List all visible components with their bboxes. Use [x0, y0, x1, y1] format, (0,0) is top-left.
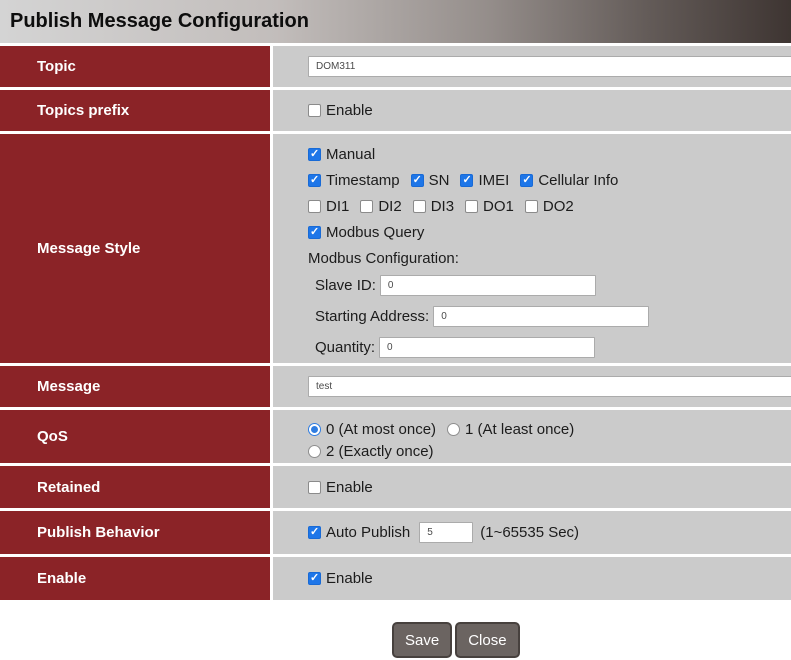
- enable-checkbox[interactable]: [308, 572, 321, 585]
- timestamp-checkbox[interactable]: [308, 174, 321, 187]
- manual-checkbox[interactable]: [308, 148, 321, 161]
- publish-message-configuration-page: Publish Message Configuration Topic Topi…: [0, 0, 791, 660]
- sn-checkbox[interactable]: [411, 174, 424, 187]
- qos-2-label: 2 (Exactly once): [326, 443, 434, 460]
- qos-1-label: 1 (At least once): [465, 421, 574, 438]
- imei-checkbox[interactable]: [460, 174, 473, 187]
- quantity-line: Quantity:: [308, 332, 791, 363]
- auto-publish-range-hint: (1~65535 Sec): [480, 524, 579, 541]
- enable-label: Enable: [0, 557, 270, 600]
- do2-label: DO2: [543, 198, 574, 215]
- topic-label: Topic: [0, 46, 270, 87]
- message-style-line-io: DI1 DI2 DI3 DO1 DO2: [308, 194, 791, 220]
- message-input[interactable]: [308, 376, 791, 397]
- qos-line-2: 2 (Exactly once): [308, 441, 791, 464]
- do1-label: DO1: [483, 198, 514, 215]
- retained-content: Enable: [273, 466, 791, 508]
- auto-publish-checkbox[interactable]: [308, 526, 321, 539]
- slave-id-input[interactable]: [380, 275, 596, 296]
- message-label: Message: [0, 366, 270, 407]
- topics-prefix-row: Topics prefix Enable: [0, 90, 791, 131]
- di2-checkbox[interactable]: [360, 200, 373, 213]
- imei-label: IMEI: [478, 172, 509, 189]
- di3-checkbox[interactable]: [413, 200, 426, 213]
- do1-checkbox[interactable]: [465, 200, 478, 213]
- slave-id-line: Slave ID:: [308, 270, 791, 301]
- qos-0-radio[interactable]: [308, 423, 321, 436]
- topic-row: Topic: [0, 46, 791, 87]
- message-style-content: Manual Timestamp SN IMEI Cell: [273, 134, 791, 363]
- qos-1-radio[interactable]: [447, 423, 460, 436]
- topic-input[interactable]: [308, 56, 791, 77]
- modbus-configuration-title: Modbus Configuration:: [308, 246, 791, 271]
- quantity-label: Quantity:: [315, 339, 375, 356]
- do2-checkbox[interactable]: [525, 200, 538, 213]
- retained-row: Retained Enable: [0, 466, 791, 508]
- starting-address-line: Starting Address:: [308, 301, 791, 332]
- di1-label: DI1: [326, 198, 349, 215]
- retained-label: Retained: [0, 466, 270, 508]
- enable-content: Enable: [273, 557, 791, 600]
- retained-enable-label: Enable: [326, 479, 373, 496]
- page-title: Publish Message Configuration: [10, 10, 309, 33]
- message-style-line-manual: Manual: [308, 142, 791, 168]
- timestamp-label: Timestamp: [326, 172, 400, 189]
- topics-prefix-content: Enable: [273, 90, 791, 131]
- qos-content: 0 (At most once) 1 (At least once) 2 (Ex…: [273, 410, 791, 463]
- modbus-query-label: Modbus Query: [326, 224, 424, 241]
- manual-label: Manual: [326, 146, 375, 163]
- di3-label: DI3: [431, 198, 454, 215]
- publish-behavior-label: Publish Behavior: [0, 511, 270, 554]
- cellular-info-label: Cellular Info: [538, 172, 618, 189]
- auto-publish-label: Auto Publish: [326, 524, 410, 541]
- message-style-label: Message Style: [0, 134, 270, 363]
- starting-address-label: Starting Address:: [315, 308, 429, 325]
- close-button[interactable]: Close: [455, 622, 519, 658]
- message-style-row: Message Style Manual Timestamp SN: [0, 134, 791, 363]
- qos-label: QoS: [0, 410, 270, 463]
- message-content: [273, 366, 791, 407]
- quantity-input[interactable]: [379, 337, 595, 358]
- qos-0-label: 0 (At most once): [326, 421, 436, 438]
- qos-2-radio[interactable]: [308, 445, 321, 458]
- topics-prefix-enable-label: Enable: [326, 102, 373, 119]
- slave-id-label: Slave ID:: [315, 277, 376, 294]
- enable-row: Enable Enable: [0, 557, 791, 600]
- action-buttons: Save Close: [392, 622, 520, 658]
- publish-behavior-row: Publish Behavior Auto Publish (1~65535 S…: [0, 511, 791, 554]
- enable-option-label: Enable: [326, 570, 373, 587]
- retained-enable-checkbox[interactable]: [308, 481, 321, 494]
- publish-behavior-content: Auto Publish (1~65535 Sec): [273, 511, 791, 554]
- message-row: Message: [0, 366, 791, 407]
- sn-label: SN: [429, 172, 450, 189]
- di2-label: DI2: [378, 198, 401, 215]
- auto-publish-interval-input[interactable]: [419, 522, 473, 543]
- message-style-line-meta: Timestamp SN IMEI Cellular Info: [308, 168, 791, 194]
- cellular-info-checkbox[interactable]: [520, 174, 533, 187]
- topics-prefix-enable-checkbox[interactable]: [308, 104, 321, 117]
- topics-prefix-label: Topics prefix: [0, 90, 270, 131]
- save-button[interactable]: Save: [392, 622, 452, 658]
- di1-checkbox[interactable]: [308, 200, 321, 213]
- message-style-line-modbus-query: Modbus Query: [308, 220, 791, 246]
- starting-address-input[interactable]: [433, 306, 649, 327]
- title-bar: Publish Message Configuration: [0, 0, 791, 43]
- qos-row: QoS 0 (At most once) 1 (At least once) 2…: [0, 410, 791, 463]
- topic-content: [273, 46, 791, 87]
- qos-line-1: 0 (At most once) 1 (At least once): [308, 418, 791, 441]
- modbus-query-checkbox[interactable]: [308, 226, 321, 239]
